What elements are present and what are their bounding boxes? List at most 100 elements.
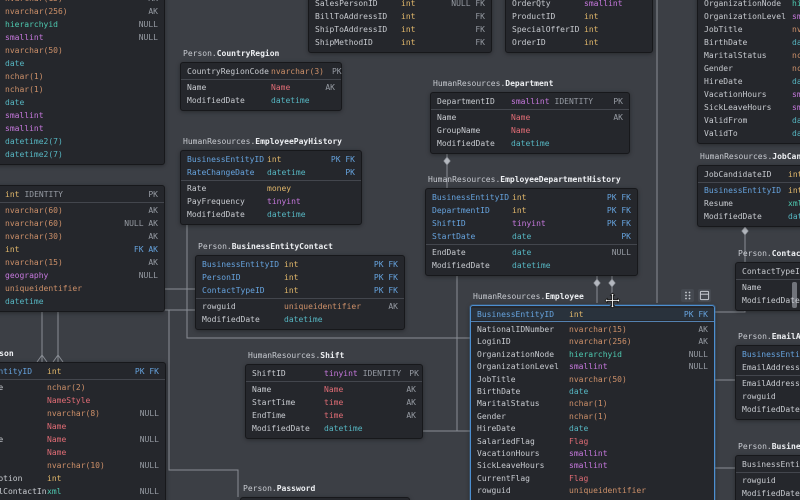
table-box[interactable]: CountryRegionCode nvarchar(3) PK Name Name AK… [180,62,342,111]
table-title[interactable]: HumanResources.EmployeePayHistory [183,137,342,147]
column-row: ShiftID tinyint IDENTITY PK [246,367,422,380]
column-keys: PK FK [373,260,398,269]
table-title[interactable]: HumanResources.Employee [473,292,584,302]
column-row: datetime [0,295,164,308]
table-box[interactable]: OrganizationNode hierarchyid OrganizationL… [697,0,800,144]
table-box[interactable]: DepartmentID smallint IDENTITY PK Name Name AK… [430,92,630,154]
panel-toggle-icon[interactable] [698,289,711,302]
key-section: BusinessEntityID int PK FK [0,365,165,378]
table-shift[interactable]: HumanResources.Shift ShiftID tinyint IDENTI… [245,351,423,439]
column-row: BillToAddressID int FK [309,10,491,23]
column-row: BusinessEntityIDint PK FK [181,153,361,166]
key-section: CountryRegionCode nvarchar(3) PK [181,65,342,78]
table-title[interactable]: Person.CountryRegion [183,49,279,59]
table-employee-department-history[interactable]: HumanResources.EmployeeDepartmentHistory… [425,175,638,276]
column-keys: NULL [138,271,158,280]
table-business-entity-contact[interactable]: Person.BusinessEntityContact BusinessEnti… [195,242,405,330]
scrollbar-thumb[interactable] [792,282,797,308]
table-employee[interactable]: HumanResources.Employee BusinessEntityID i… [470,292,715,500]
table-title[interactable]: HumanResources.Department [433,79,553,89]
column-row: ShiftID tinyint PK FK [426,217,637,230]
table-schema: Person [198,242,227,251]
table-partial-top-middle[interactable]: SalesPersonID int NULL FK BillToAddressID in… [308,0,492,53]
table-box[interactable]: SalesPersonID int NULL FK BillToAddressID in… [308,0,492,53]
column-row: ResumexmlNULL [698,197,800,210]
table-title[interactable]: Person.Person [0,349,14,359]
drag-handle-icon[interactable] [681,289,694,302]
diagram-canvas[interactable]: nvarchar(15) AK nvarchar(256) AK hierarchyid… [0,0,800,500]
column-row: SickLeaveHours smallint [698,101,800,114]
table-partial-middle-left[interactable]: int IDENTITY PK nvarchar(60) AK nvarchar(60) N… [0,185,165,312]
table-box[interactable]: OrderQty smallint ProductID int SpecialOffer… [505,0,653,53]
table-country-region[interactable]: Person.CountryRegion CountryRegionCode nva… [180,49,342,111]
table-partial-top-right[interactable]: OrderQty smallint ProductID int SpecialOffer… [505,0,653,53]
table-title[interactable]: Person.ContactType [738,249,800,259]
column-type: date [512,232,532,241]
table-box[interactable]: nvarchar(15) AK nvarchar(256) AK hierarchyid… [0,0,165,165]
table-title[interactable]: HumanResources.EmployeeDepartmentHistory [428,175,621,185]
key-section: ContactTypeIDintIDENTITYPK [736,265,800,278]
column-keys: FK [475,25,485,34]
column-type: smallint [569,461,608,471]
table-box[interactable]: BusinessEntityID int PK FK DepartmentID int P… [425,188,638,276]
table-contact-type[interactable]: Person.ContactType ContactTypeIDintIDENTI… [735,249,800,311]
table-box[interactable]: BusinessEntityID int PK FK RateChangeDate da… [180,150,362,225]
table-box[interactable]: ShiftID tinyint IDENTITY PK Name Name AK StartT… [245,364,423,439]
table-box[interactable]: ContactTypeIDintIDENTITYPK NameNameAKModi… [735,262,800,311]
column-type: date [792,77,800,86]
table-partial-top-left[interactable]: nvarchar(15) AK nvarchar(256) AK hierarchyid… [0,0,165,165]
column-name: MaritalStatus [477,399,540,409]
table-name: EmailAddress [771,332,800,341]
table-title[interactable]: HumanResources.Shift [248,351,344,361]
table-business-entity[interactable]: Person.BusinessEntity BusinessEntityIDint… [735,442,800,500]
table-title[interactable]: Person.BusinessEntity [738,442,800,452]
column-keys: NULL [688,362,708,372]
table-job-candidate[interactable]: HumanResources.JobCandidate JobCandidateI… [697,152,800,227]
column-type: uniqueidentifier [569,486,647,496]
column-keys: PK FK [134,367,159,376]
column-row: VacationHours smallint [698,88,800,101]
table-employee-pay-history[interactable]: HumanResources.EmployeePayHistory Busines… [180,137,362,225]
column-type: datetime2(7) [5,150,63,159]
table-box[interactable]: BusinessEntityIDintIDENTITYPK rowguiduniq… [735,455,800,500]
column-name: HireDate [704,77,743,86]
column-type: datetime [271,96,310,105]
table-name: Person [0,349,14,358]
column-row: Gender nchar(1) [471,410,714,422]
column-keys: AK [406,398,416,407]
table-person[interactable]: Person.Person BusinessEntityID int PK FK Per… [0,349,166,500]
column-name: ProductID [512,12,556,21]
column-type: nvarchar(15) [569,325,627,335]
table-department[interactable]: HumanResources.Department DepartmentID sma… [430,79,630,154]
column-name: OrderID [512,38,546,47]
column-keys: NULL [139,409,159,418]
table-box[interactable]: int IDENTITY PK nvarchar(60) AK nvarchar(60) N… [0,185,165,312]
table-email-address[interactable]: Person.EmailAddress BusinessEntityIDintPK… [735,332,800,420]
column-row: EmailAddressIDintIDENTITYPK [736,361,800,374]
column-row: HireDate date [471,423,714,435]
table-box[interactable]: BusinessEntityID int PK FK PersonID int PK FK… [195,255,405,330]
column-type: hierarchyid [5,20,58,29]
column-row: EmailAddressnvarchar(50)NULL [736,377,800,390]
column-keys: PK [331,67,342,76]
table-schema: Person [243,484,272,493]
column-name: OrganizationNode [477,349,555,359]
table-box[interactable]: BusinessEntityID int PK FK NationalIDNumber… [470,305,715,500]
column-type: int [512,206,527,215]
key-divider [196,298,404,299]
column-keys: AK [613,113,623,122]
table-partial-right[interactable]: OrganizationNode hierarchyid OrganizationL… [697,0,800,144]
table-title[interactable]: Person.EmailAddress [738,332,800,342]
table-box[interactable]: BusinessEntityID int PK FK PersonType nchar(… [0,362,166,500]
column-name: ModifiedDate [742,405,800,414]
table-title[interactable]: Person.Password [243,484,315,494]
table-title[interactable]: Person.BusinessEntityContact [198,242,333,252]
column-type: int [284,286,299,295]
column-type: geography [5,271,49,280]
table-box[interactable]: JobCandidateIDintIDENTITYPKBusinessEntit… [697,165,800,227]
column-type: date [569,387,589,397]
column-row: BusinessEntityIDintNULL FK [698,184,800,197]
table-box[interactable]: BusinessEntityIDintPK FKEmailAddressIDin… [735,345,800,420]
table-title[interactable]: HumanResources.JobCandidate [700,152,800,162]
column-type: hierarchyid [792,0,800,8]
